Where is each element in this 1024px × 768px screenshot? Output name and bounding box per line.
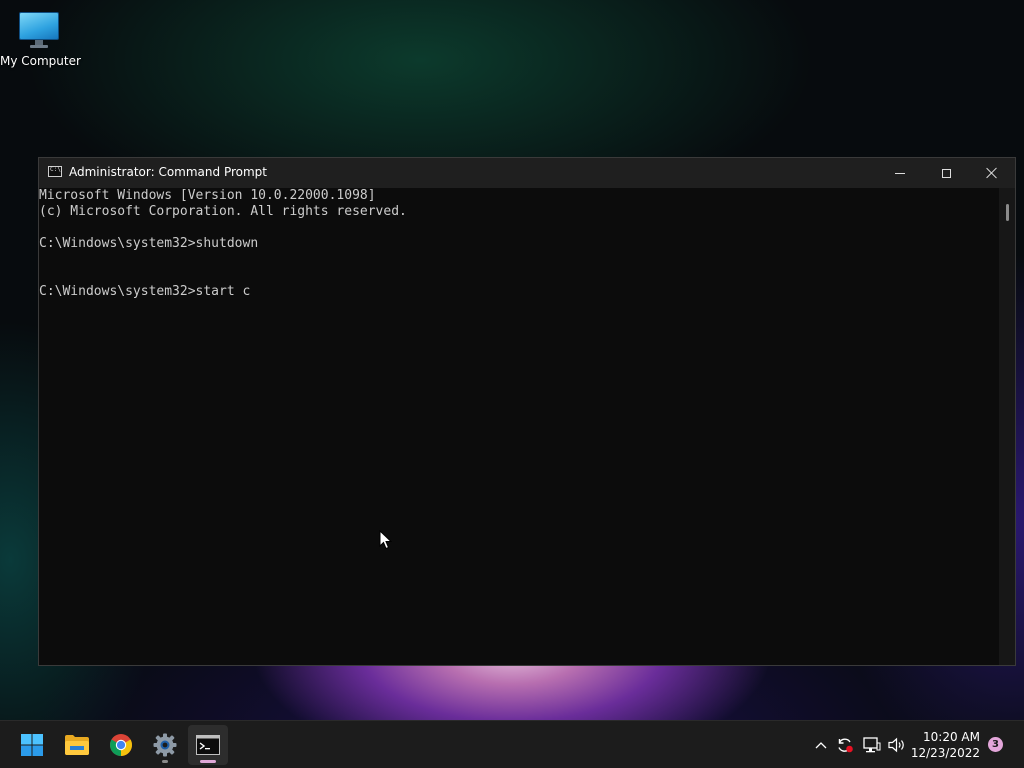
taskbar: 10:20 AM 12/23/2022 3 bbox=[0, 720, 1024, 768]
taskbar-clock[interactable]: 10:20 AM 12/23/2022 bbox=[911, 729, 980, 761]
notification-badge[interactable]: 3 bbox=[988, 737, 1003, 752]
clock-date: 12/23/2022 bbox=[910, 746, 980, 760]
tray-volume-button[interactable] bbox=[887, 735, 907, 755]
console-line: (c) Microsoft Corporation. All rights re… bbox=[39, 204, 407, 219]
scrollbar-thumb[interactable] bbox=[1006, 204, 1009, 221]
folder-icon bbox=[65, 735, 89, 755]
monitor-icon bbox=[19, 12, 59, 48]
window-title: Administrator: Command Prompt bbox=[69, 165, 267, 179]
cmd-icon bbox=[48, 166, 62, 177]
network-icon bbox=[863, 737, 881, 753]
maximize-icon bbox=[941, 168, 951, 178]
window-titlebar[interactable]: Administrator: Command Prompt bbox=[39, 158, 1015, 188]
gear-icon bbox=[153, 733, 177, 757]
desktop: My Computer Administrator: Command Promp… bbox=[0, 0, 1024, 768]
tray-network-button[interactable] bbox=[862, 735, 882, 755]
taskbar-start-button[interactable] bbox=[12, 725, 52, 765]
desktop-icon-my-computer[interactable]: My Computer bbox=[0, 8, 81, 68]
clock-time: 10:20 AM bbox=[923, 730, 980, 744]
minimize-button[interactable] bbox=[877, 158, 923, 188]
taskbar-settings[interactable] bbox=[145, 725, 185, 765]
active-indicator bbox=[200, 760, 216, 763]
console-line: C:\Windows\system32>shutdown bbox=[39, 236, 259, 251]
desktop-icon-label: My Computer bbox=[0, 54, 81, 68]
cmd-icon bbox=[196, 735, 220, 755]
console-output[interactable]: Microsoft Windows [Version 10.0.22000.10… bbox=[39, 188, 999, 665]
sync-icon bbox=[838, 738, 853, 753]
console-input-line[interactable]: C:\Windows\system32>start c bbox=[39, 284, 999, 300]
chevron-up-icon bbox=[815, 742, 827, 749]
minimize-icon bbox=[895, 172, 905, 174]
close-button[interactable] bbox=[969, 158, 1015, 188]
command-prompt-window[interactable]: Administrator: Command Prompt Microsoft … bbox=[38, 157, 1016, 666]
chrome-icon bbox=[110, 734, 132, 756]
mouse-pointer-icon bbox=[379, 530, 393, 550]
tray-sync-button[interactable] bbox=[835, 735, 855, 755]
taskbar-command-prompt[interactable] bbox=[188, 725, 228, 765]
console-scrollbar[interactable] bbox=[999, 188, 1015, 665]
running-indicator bbox=[162, 760, 168, 763]
maximize-button[interactable] bbox=[923, 158, 969, 188]
taskbar-file-explorer[interactable] bbox=[57, 725, 97, 765]
console-line: Microsoft Windows [Version 10.0.22000.10… bbox=[39, 188, 376, 203]
windows-start-icon bbox=[21, 734, 43, 756]
show-hidden-icons-button[interactable] bbox=[811, 735, 831, 755]
taskbar-chrome[interactable] bbox=[101, 725, 141, 765]
volume-icon bbox=[888, 737, 904, 753]
close-icon bbox=[986, 167, 998, 179]
